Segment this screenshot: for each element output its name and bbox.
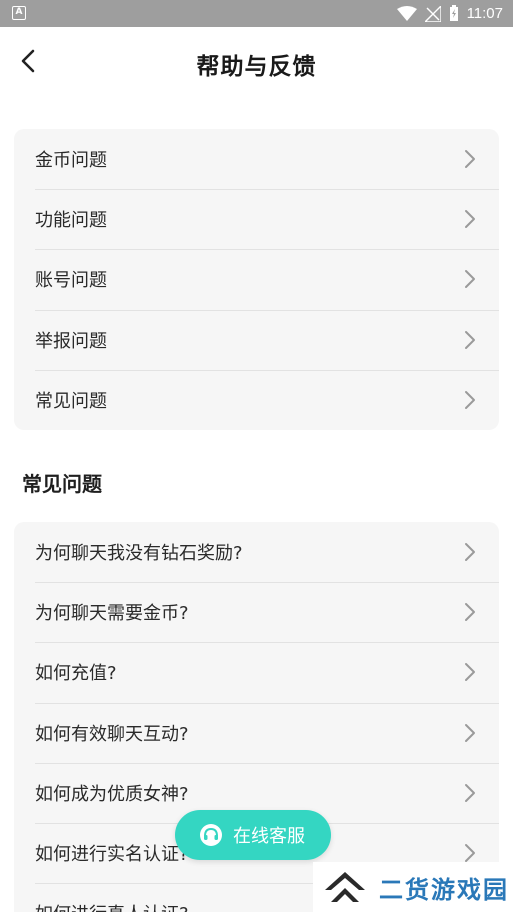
list-item-label: 如何有效聊天互动? <box>35 723 189 745</box>
wifi-icon <box>396 5 417 21</box>
chevron-right-icon <box>465 783 475 802</box>
watermark-logo-icon <box>325 872 365 902</box>
list-item-label: 如何进行真人认证? <box>35 900 189 912</box>
list-item[interactable]: 如何充值? <box>14 642 499 702</box>
signal-icon <box>424 5 441 22</box>
status-time: 11:07 <box>466 5 503 22</box>
page-title: 帮助与反馈 <box>196 54 317 80</box>
list-item-label: 金币问题 <box>35 150 107 172</box>
chevron-right-icon <box>465 723 475 742</box>
chevron-right-icon <box>465 150 475 169</box>
online-service-button[interactable]: 在线客服 <box>175 810 331 860</box>
section-title: 常见问题 <box>22 472 102 496</box>
chevron-right-icon <box>465 844 475 863</box>
list-item[interactable]: 功能问题 <box>14 189 499 249</box>
list-item-label: 账号问题 <box>35 270 107 292</box>
header: 帮助与反馈 <box>0 27 513 95</box>
chevron-right-icon <box>465 543 475 562</box>
chevron-right-icon <box>465 390 475 409</box>
category-list: 金币问题 功能问题 账号问题 举报问题 常见问题 <box>14 129 499 430</box>
chevron-right-icon <box>465 330 475 349</box>
list-item-label: 如何充值? <box>35 663 117 685</box>
list-item-label: 功能问题 <box>35 210 107 232</box>
watermark-text: 二货游戏园 <box>379 875 509 904</box>
battery-icon <box>449 5 458 21</box>
list-item-label: 为何聊天需要金币? <box>35 603 189 625</box>
chevron-right-icon <box>465 603 475 622</box>
watermark: 二货游戏园 <box>313 862 513 912</box>
chevron-right-icon <box>465 270 475 289</box>
list-item-label: 如何进行实名认证? <box>35 844 189 866</box>
list-item[interactable]: 常见问题 <box>14 369 499 430</box>
list-item-label: 为何聊天我没有钻石奖励? <box>35 543 243 565</box>
chevron-right-icon <box>465 663 475 682</box>
online-service-label: 在线客服 <box>233 826 305 847</box>
notification-icon: A <box>12 6 26 20</box>
list-item-label: 常见问题 <box>35 390 107 412</box>
list-item-label: 举报问题 <box>35 330 107 352</box>
status-icons: 11:07 <box>396 0 503 27</box>
chevron-right-icon <box>465 210 475 229</box>
list-item-label: 如何成为优质女神? <box>35 783 189 805</box>
list-item[interactable]: 金币问题 <box>14 129 499 189</box>
list-item[interactable]: 为何聊天我没有钻石奖励? <box>14 522 499 582</box>
list-item[interactable]: 账号问题 <box>14 249 499 309</box>
list-item[interactable]: 为何聊天需要金币? <box>14 582 499 642</box>
list-item[interactable]: 如何有效聊天互动? <box>14 702 499 763</box>
list-item[interactable]: 举报问题 <box>14 309 499 370</box>
status-bar: A 11:07 <box>0 0 513 27</box>
headset-icon <box>200 824 222 846</box>
